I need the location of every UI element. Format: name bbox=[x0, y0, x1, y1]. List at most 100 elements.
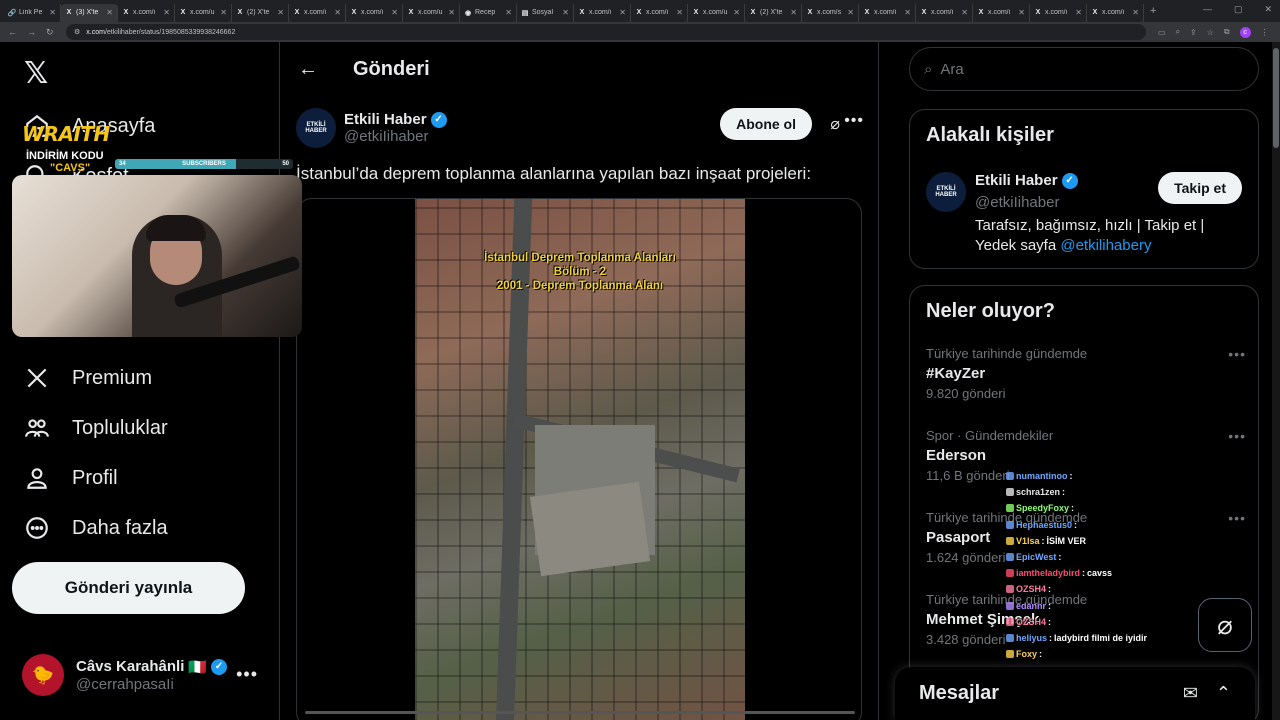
browser-tab[interactable]: ▤ Sosyal ✕ bbox=[517, 3, 574, 22]
browser-tab[interactable]: Xx.com/i ✕ bbox=[916, 3, 973, 22]
x-logo-icon[interactable]: 𝕏 bbox=[24, 56, 48, 91]
chat-user: SpeedyFoxy bbox=[1016, 503, 1070, 514]
browser-tab[interactable]: Xx.com/i ✕ bbox=[289, 3, 346, 22]
close-icon[interactable]: ✕ bbox=[619, 8, 626, 17]
page-scrollbar[interactable] bbox=[1272, 42, 1280, 720]
close-icon[interactable]: ✕ bbox=[562, 8, 569, 17]
more-dots-icon[interactable]: ••• bbox=[844, 112, 864, 130]
chat-user: V1lsa bbox=[1016, 535, 1040, 546]
follow-button[interactable]: Takip et bbox=[1158, 172, 1242, 204]
zoom-icon[interactable]: ⌕ bbox=[1176, 27, 1180, 37]
scrollbar-thumb[interactable] bbox=[1273, 48, 1279, 148]
related-people-card: Alakalı kişiler ETKİLİ HABER Etkili Habe… bbox=[909, 109, 1259, 269]
new-message-icon[interactable]: ✉ bbox=[1183, 683, 1198, 704]
close-icon[interactable]: ✕ bbox=[277, 8, 284, 17]
close-icon[interactable]: ✕ bbox=[904, 8, 911, 17]
browser-tab[interactable]: Xx.com/u ✕ bbox=[688, 3, 745, 22]
close-icon[interactable]: ✕ bbox=[1075, 8, 1082, 17]
new-tab-icon[interactable]: + bbox=[1150, 5, 1156, 17]
search-input[interactable]: ⌕ Ara bbox=[909, 47, 1259, 91]
browser-tab[interactable]: Xx.com/s ✕ bbox=[802, 3, 859, 22]
close-icon[interactable]: ✕ bbox=[505, 8, 512, 17]
browser-tab[interactable]: Xx.com/i ✕ bbox=[973, 3, 1030, 22]
nav-item-topluluklar[interactable]: Topluluklar bbox=[22, 408, 168, 448]
related-handle[interactable]: @etkiIihaber bbox=[975, 194, 1059, 211]
tab-label: x.com/u bbox=[418, 9, 443, 16]
nav-item-daha-fazla[interactable]: Daha fazla bbox=[22, 508, 168, 548]
minimize-icon[interactable]: — bbox=[1203, 4, 1212, 15]
close-window-icon[interactable]: ✕ bbox=[1264, 4, 1272, 15]
related-bio: Tarafsız, bağımsız, hızlı | Takip et | Y… bbox=[975, 216, 1245, 256]
close-icon[interactable]: ✕ bbox=[448, 8, 455, 17]
chat-user: heliyus bbox=[1016, 632, 1048, 643]
bookmark-star-icon[interactable]: ☆ bbox=[1207, 28, 1214, 37]
close-icon[interactable]: ✕ bbox=[1132, 8, 1139, 17]
chat-sep: : bbox=[1048, 600, 1052, 611]
cast-icon[interactable]: ▭ bbox=[1158, 28, 1166, 37]
browser-tab[interactable]: ◉ Recep ✕ bbox=[460, 3, 517, 22]
author-handle[interactable]: @etkiIihaber bbox=[344, 128, 447, 145]
maximize-icon[interactable]: ▢ bbox=[1234, 4, 1243, 15]
close-icon[interactable]: ✕ bbox=[106, 8, 113, 17]
bio-link[interactable]: @etkilihabery bbox=[1060, 237, 1151, 254]
browser-tab[interactable]: X (2) X'te ✕ bbox=[232, 3, 289, 22]
close-icon[interactable]: ✕ bbox=[391, 8, 398, 17]
video-progress-bar[interactable] bbox=[305, 711, 855, 714]
browser-tab[interactable]: Xx.com/u ✕ bbox=[403, 3, 460, 22]
close-icon[interactable]: ✕ bbox=[163, 8, 170, 17]
tweet-media[interactable]: İstanbul Deprem Toplanma Alanları Bölüm … bbox=[296, 198, 862, 720]
browser-menu-icon[interactable]: ⋮ bbox=[1261, 28, 1269, 37]
tab-label: x.com/i bbox=[361, 9, 384, 16]
browser-tab[interactable]: Xx.com/u ✕ bbox=[175, 3, 232, 22]
close-icon[interactable]: ✕ bbox=[49, 8, 56, 17]
close-icon[interactable]: ✕ bbox=[1018, 8, 1025, 17]
verified-badge-icon: ✓ bbox=[430, 111, 447, 128]
back-arrow-icon[interactable]: ← bbox=[298, 58, 328, 81]
author-name[interactable]: Etkili Haber bbox=[344, 111, 427, 128]
browser-tab[interactable]: X (3) X'te ✕ bbox=[61, 3, 118, 22]
nav-item-premium[interactable]: Premium bbox=[22, 358, 152, 398]
extensions-icon[interactable]: ⧉ bbox=[1224, 27, 1230, 37]
close-icon[interactable]: ✕ bbox=[220, 8, 227, 17]
back-nav-icon[interactable]: ← bbox=[8, 27, 17, 38]
reload-icon[interactable]: ↻ bbox=[46, 27, 54, 38]
close-icon[interactable]: ✕ bbox=[961, 8, 968, 17]
forward-nav-icon[interactable]: → bbox=[27, 27, 36, 38]
url-field[interactable]: ⚙ x.com/etkilihaber/status/1985085339938… bbox=[66, 24, 1146, 40]
close-icon[interactable]: ✕ bbox=[334, 8, 341, 17]
post-button[interactable]: Gönderi yayınla bbox=[12, 562, 245, 614]
close-icon[interactable]: ✕ bbox=[733, 8, 740, 17]
account-handle: @cerrahpasaIi bbox=[76, 675, 174, 693]
browser-tab[interactable]: 🔗 Link Pe ✕ bbox=[4, 3, 61, 22]
browser-tab[interactable]: X (2) X'te ✕ bbox=[745, 3, 802, 22]
close-icon[interactable]: ✕ bbox=[847, 8, 854, 17]
more-dots-icon[interactable]: ••• bbox=[236, 664, 258, 685]
browser-tab[interactable]: Xx.com/i ✕ bbox=[346, 3, 403, 22]
messages-drawer[interactable]: Mesajlar ✉ ⌃ bbox=[895, 667, 1255, 720]
video-player[interactable]: İstanbul Deprem Toplanma Alanları Bölüm … bbox=[415, 199, 745, 720]
more-dots-icon[interactable]: ••• bbox=[1228, 428, 1246, 444]
browser-tab[interactable]: Xx.com/i ✕ bbox=[1087, 3, 1144, 22]
avatar[interactable]: ETKİLİ HABER bbox=[296, 108, 336, 148]
subscribe-button[interactable]: Abone ol bbox=[720, 108, 812, 140]
browser-tab[interactable]: Xx.com/i ✕ bbox=[574, 3, 631, 22]
browser-tab[interactable]: Xx.com/i ✕ bbox=[631, 3, 688, 22]
close-icon[interactable]: ✕ bbox=[790, 8, 797, 17]
grok-icon[interactable]: ⌀ bbox=[830, 114, 840, 134]
expand-icon[interactable]: ⌃ bbox=[1216, 683, 1231, 704]
browser-tab[interactable]: Xx.com/i ✕ bbox=[859, 3, 916, 22]
browser-profile-avatar[interactable]: c bbox=[1239, 26, 1251, 38]
browser-tab[interactable]: Xx.com/i ✕ bbox=[118, 3, 175, 22]
related-name[interactable]: Etkili Haber bbox=[975, 172, 1058, 189]
close-icon[interactable]: ✕ bbox=[676, 8, 683, 17]
account-switcher[interactable]: 🐤 Câvs Karahânli 🇮🇹 ✓ @cerrahpasaIi ••• bbox=[22, 650, 272, 700]
chat-user: numantinoo bbox=[1016, 471, 1068, 482]
nav-item-profil[interactable]: Profil bbox=[22, 458, 118, 498]
site-info-icon[interactable]: ⚙ bbox=[74, 28, 80, 36]
trend-item[interactable]: Türkiye tarihinde gündemde #KayZer 9.820 g… bbox=[926, 346, 1246, 401]
more-dots-icon[interactable]: ••• bbox=[1228, 346, 1246, 362]
chat-badge-icon bbox=[1006, 585, 1014, 594]
share-icon[interactable]: ⇪ bbox=[1190, 28, 1197, 37]
avatar[interactable]: ETKİLİ HABER bbox=[926, 172, 966, 212]
browser-tab[interactable]: Xx.com/i ✕ bbox=[1030, 3, 1087, 22]
